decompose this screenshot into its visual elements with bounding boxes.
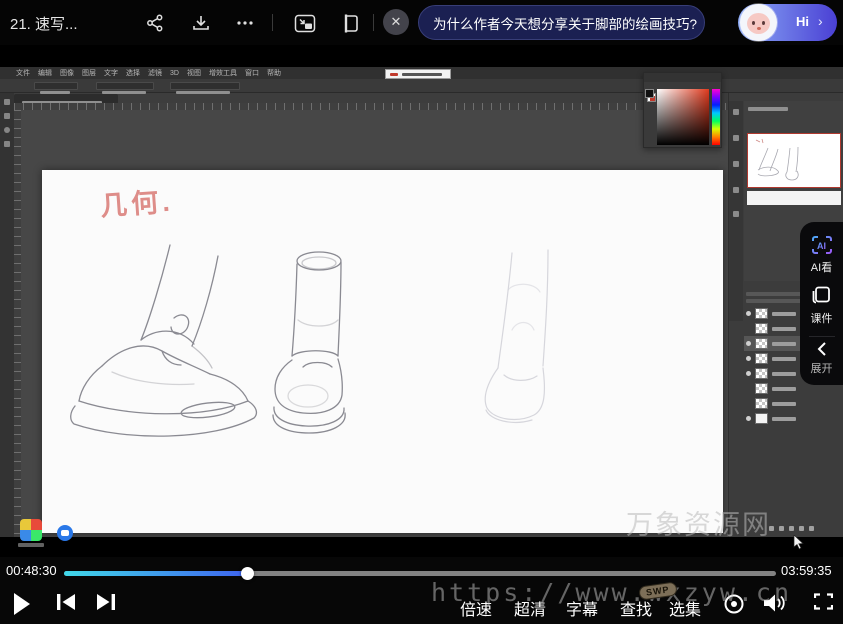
svg-text:AI: AI [817,241,826,251]
ps-horizontal-ruler [14,103,728,110]
ps-menu-item: 视图 [187,70,201,77]
ps-menu-item: 文件 [16,70,30,77]
ps-menu-item: 选择 [126,70,140,77]
ps-application: 文件 编辑 图像 图层 文字 选择 滤镜 3D 视图 增效工具 窗口 帮助 几何. [0,67,843,537]
chevron-right-icon: › [818,13,823,29]
ai-view-icon: AI [810,234,834,256]
more-options-icon[interactable] [232,10,258,36]
chat-app-icon [57,525,73,541]
side-menu-divider [809,336,835,337]
collapse-icon [815,341,829,357]
side-menu-label: 展开 [811,360,833,376]
ps-menu-item: 增效工具 [209,70,237,77]
hue-strip [712,89,720,145]
video-frame[interactable]: 文件 编辑 图像 图层 文字 选择 滤镜 3D 视图 增效工具 窗口 帮助 几何. [0,45,843,557]
progress-fill [64,571,247,576]
previous-episode-button[interactable] [56,593,76,611]
layer-thumbnail [755,383,768,394]
ps-panel-icon-strip [729,101,743,321]
navigator-preview-extra [747,191,841,205]
close-button[interactable]: ✕ [383,9,409,35]
share-icon[interactable] [142,10,168,36]
layer-visibility-icon [746,371,751,376]
courseware-icon [810,285,834,307]
download-icon[interactable] [188,10,214,36]
layer-name [772,342,796,346]
canvas-annotation: 几何. [99,179,175,223]
ps-menu-item: 图像 [60,70,74,77]
layer-visibility-icon [746,311,751,316]
ps-menu-item: 滤镜 [148,70,162,77]
side-menu-item-课件[interactable]: 课件 [810,285,834,326]
side-menu-item-展开[interactable]: 展开 [811,341,833,376]
layer-name [772,312,796,316]
progress-knob[interactable] [241,567,254,580]
layer-thumbnail [755,413,768,424]
ps-menu-item: 编辑 [38,70,52,77]
mouse-cursor [793,535,804,550]
desktop-app-label [18,543,44,547]
layer-thumbnail [755,353,768,364]
saturation-square [657,89,709,145]
toolbar-separator [373,14,374,31]
layer-name [772,327,796,331]
ps-menu-item: 3D [170,70,179,77]
ps-menu-item: 图层 [82,70,96,77]
fullscreen-icon[interactable] [814,593,833,610]
ps-menu-item: 帮助 [267,70,281,77]
next-episode-button[interactable] [96,593,116,611]
ps-vertical-ruler [14,110,21,537]
watermark-url: https://www.wxzyw.cn [431,578,792,607]
player-side-menu: AI AI看 课件 展开 [800,222,843,385]
ai-question-pill[interactable]: 为什么作者今天想分享关于脚部的绘画技巧? [418,5,705,40]
layer-name [772,387,796,391]
layer-visibility-icon [746,356,751,361]
picture-in-picture-icon[interactable] [292,10,318,36]
layer-name [772,417,796,421]
video-player-window: 21. 速写... [0,0,843,624]
side-menu-label: AI看 [811,259,832,275]
layer-thumbnail [755,323,768,334]
drawing-canvas: 几何. [42,170,723,533]
layer-visibility-icon [746,341,751,346]
layer-thumbnail [755,338,768,349]
ps-transform-tooltip [385,69,451,79]
top-bar: 21. 速写... [0,0,843,45]
current-time: 00:48:30 [6,563,57,578]
shoe-sketches [42,170,723,533]
desktop-app-icon [20,519,42,541]
layer-row [744,411,843,426]
side-menu-item-AI看[interactable]: AI AI看 [810,234,834,275]
ps-panel-footer-icons [769,526,814,531]
layer-name [772,357,796,361]
ps-color-picker-panel [643,72,722,148]
layer-name [772,372,796,376]
toolbar-separator [272,14,273,31]
ps-menu-item: 窗口 [245,70,259,77]
assistant-avatar [740,4,777,41]
layer-thumbnail [755,398,768,409]
layer-thumbnail [755,308,768,319]
ps-document-tab [14,94,118,103]
layer-thumbnail [755,368,768,379]
ps-toolbar [0,93,14,537]
watermark-site-name: 万象资源网 [626,503,771,542]
ai-question-text: 为什么作者今天想分享关于脚部的绘画技巧? [433,13,697,33]
assistant-greeting: Hi [796,14,809,29]
ps-menu-item: 文字 [104,70,118,77]
layer-row [744,396,843,411]
play-button[interactable] [13,593,31,615]
foreground-color-swatch [645,89,654,98]
video-title: 21. 速写... [10,13,78,34]
side-menu-label: 课件 [811,310,833,326]
layer-visibility-icon [746,416,751,421]
layer-name [772,402,796,406]
navigator-thumbnail [747,133,841,188]
total-duration: 03:59:35 [781,563,832,578]
dock-side-icon[interactable] [336,10,362,36]
